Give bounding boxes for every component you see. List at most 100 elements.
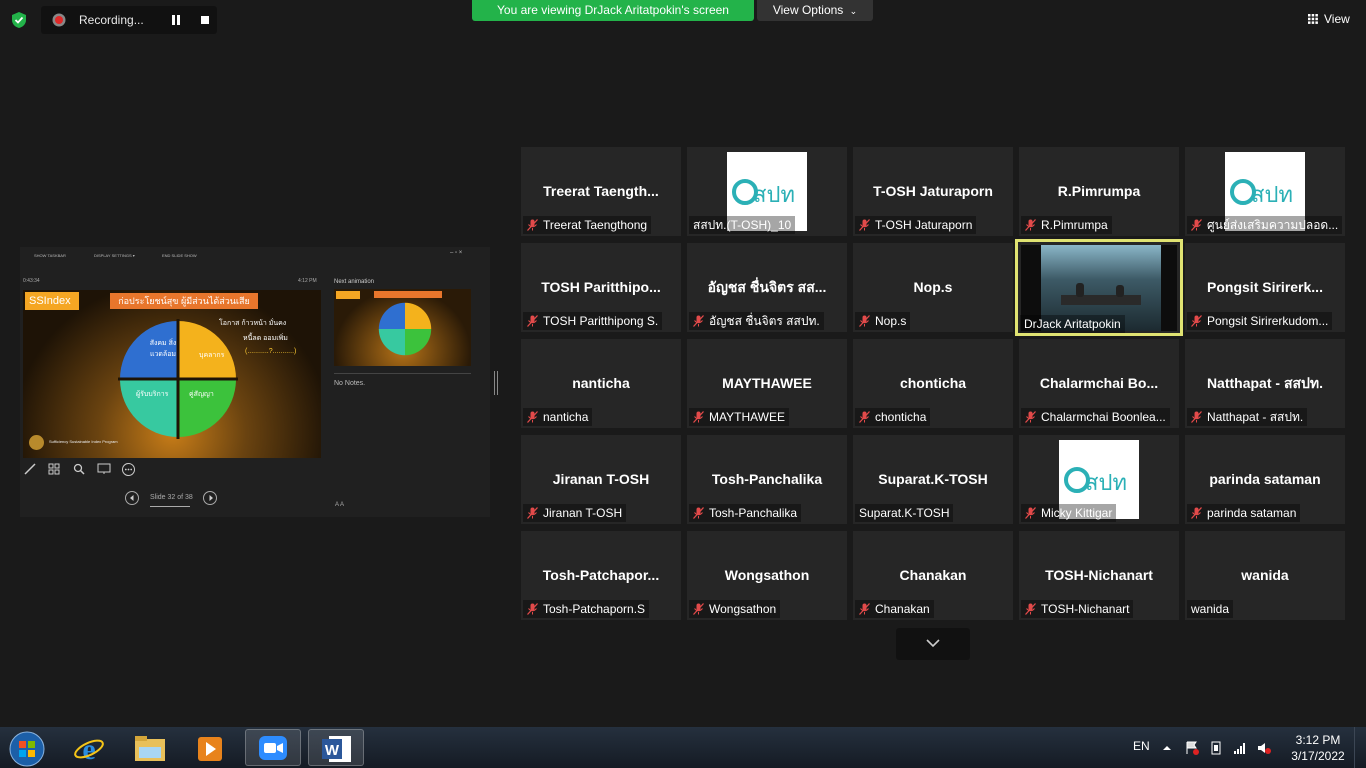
recording-dot-icon — [52, 13, 66, 27]
svg-text:สปท: สปท — [753, 182, 795, 207]
show-taskbar-button[interactable]: SHOW TASKBAR — [34, 253, 66, 258]
action-center-flag-icon[interactable] — [1185, 741, 1199, 755]
participant-name: wanida — [1191, 602, 1230, 616]
taskbar-media-player[interactable] — [183, 729, 239, 766]
participant-name-label: ศูนย์ส่งเสริมความปลอด... — [1187, 216, 1343, 234]
muted-mic-icon — [693, 506, 704, 519]
gallery-next-page-button[interactable] — [896, 628, 970, 660]
participant-tile[interactable]: T-OSH Jaturaporn T-OSH Jaturaporn — [853, 147, 1013, 236]
participant-tile[interactable]: Pongsit Sirirerk... Pongsit Sirirerkudom.… — [1185, 243, 1345, 332]
participant-name: DrJack Aritatpokin — [1024, 317, 1121, 331]
slide-side-line2: หนี้ลด ออมเพิ่ม — [243, 335, 288, 342]
previous-slide-button[interactable] — [125, 491, 139, 505]
participant-tile[interactable]: Treerat Taength... Treerat Taengthong — [521, 147, 681, 236]
system-clock[interactable]: 3:12 PM 3/17/2022 — [1283, 732, 1353, 764]
show-desktop-button[interactable] — [1354, 727, 1366, 768]
participant-name-label: Suparat.K-TOSH — [855, 504, 954, 522]
participant-name: Natthapat - สสปท. — [1207, 410, 1304, 424]
participant-name-label: อัญชส ชื่นจิตร สสปท. — [689, 312, 824, 330]
muted-mic-icon — [693, 410, 704, 423]
slide-side-line3: (...........?...........) — [245, 348, 297, 355]
participant-name: Pongsit Sirirerkudom... — [1207, 314, 1329, 328]
participant-tile[interactable]: สปท Micky Kittigar — [1019, 435, 1179, 524]
network-signal-icon[interactable] — [1233, 741, 1247, 755]
quadrant-bottom-left: ผู้รับบริการ — [136, 391, 169, 398]
slide-footer: Sufficiency Sustainable Index Program — [49, 439, 118, 444]
participant-tile[interactable]: Suparat.K-TOSH Suparat.K-TOSH — [853, 435, 1013, 524]
svg-text:สปท: สปท — [1251, 182, 1293, 207]
participant-tile[interactable]: Chanakan Chanakan — [853, 531, 1013, 620]
chevron-left-icon — [130, 495, 134, 501]
participant-tile[interactable]: Natthapat - สสปท. Natthapat - สสปท. — [1185, 339, 1345, 428]
participant-tile[interactable]: nanticha nanticha — [521, 339, 681, 428]
muted-mic-icon — [527, 314, 538, 327]
slide-counter[interactable]: Slide 32 of 38 — [150, 494, 193, 501]
recording-label: Recording... — [79, 13, 144, 27]
taskbar-file-explorer[interactable] — [122, 729, 178, 766]
participant-name: สสปท.(T-OSH)_10 — [693, 218, 792, 232]
speaker-notes: No Notes. — [334, 380, 366, 387]
taskbar-word[interactable]: W — [308, 729, 364, 766]
show-hidden-icons-icon[interactable] — [1162, 741, 1172, 755]
zoom-slide-icon[interactable] — [73, 463, 85, 475]
input-language[interactable]: EN — [1133, 739, 1150, 753]
participant-tile[interactable]: อัญชส ชื่นจิตร สส... อัญชส ชื่นจิตร สสปท. — [687, 243, 847, 332]
taskbar-zoom[interactable] — [245, 729, 301, 766]
participant-name-label: wanida — [1187, 600, 1234, 618]
participant-tile[interactable]: Tosh-Panchalika Tosh-Panchalika — [687, 435, 847, 524]
taskbar-internet-explorer[interactable]: e — [63, 729, 119, 766]
notes-font-size-controls[interactable]: A A — [335, 502, 344, 508]
end-slide-show-button[interactable]: END SLIDE SHOW — [162, 253, 197, 258]
see-all-slides-icon[interactable] — [48, 463, 60, 475]
participant-name: parinda sataman — [1207, 506, 1297, 520]
participant-name-label: Tosh-Patchaporn.S — [523, 600, 650, 618]
thumb-tag — [336, 291, 360, 299]
participant-tile[interactable]: Jiranan T-OSH Jiranan T-OSH — [521, 435, 681, 524]
muted-mic-icon — [1025, 410, 1036, 423]
participant-tile[interactable]: สปทสสปท.(T-OSH)_10 — [687, 147, 847, 236]
pen-tool-icon[interactable] — [24, 463, 36, 475]
more-options-icon[interactable] — [122, 463, 135, 476]
next-slide-button[interactable] — [203, 491, 217, 505]
stop-recording-icon[interactable] — [201, 16, 209, 24]
pane-resize-handle[interactable] — [494, 371, 498, 395]
participant-name: Tosh-Patchaporn.S — [543, 602, 646, 616]
participant-name: TOSH Paritthipong S. — [543, 314, 659, 328]
view-button[interactable]: View — [1300, 6, 1360, 32]
current-slide: SSIndex ก่อประโยชน์สุข ผู้มีส่วนได้ส่วนเ… — [23, 290, 321, 458]
device-icon[interactable] — [1209, 741, 1223, 755]
chevron-right-icon — [209, 495, 213, 501]
participant-name: Wongsathon — [709, 602, 777, 616]
svg-text:e: e — [82, 733, 95, 763]
shared-screen[interactable]: SHOW TASKBAR DISPLAY SETTINGS ▾ END SLID… — [20, 247, 498, 517]
display-settings-button[interactable]: DISPLAY SETTINGS ▾ — [94, 253, 135, 258]
volume-muted-icon[interactable] — [1257, 741, 1271, 755]
participant-tile[interactable]: TOSH Paritthipo... TOSH Paritthipong S. — [521, 243, 681, 332]
participant-name-label: Chalarmchai Boonlea... — [1021, 408, 1170, 426]
pause-recording-icon[interactable] — [171, 15, 181, 25]
participant-tile[interactable]: R.Pimrumpa R.Pimrumpa — [1019, 147, 1179, 236]
thumb-title-bar — [374, 291, 442, 298]
chevron-down-icon: ⌄ — [849, 6, 858, 16]
muted-mic-icon — [527, 218, 538, 231]
muted-mic-icon — [1025, 602, 1036, 615]
participant-name-label: Jiranan T-OSH — [523, 504, 627, 522]
security-shield-icon[interactable] — [10, 11, 28, 29]
participant-tile[interactable]: Chalarmchai Bo... Chalarmchai Boonlea... — [1019, 339, 1179, 428]
participant-tile[interactable]: Tosh-Patchapor... Tosh-Patchaporn.S — [521, 531, 681, 620]
svg-text:W: W — [325, 742, 340, 759]
participant-tile[interactable]: chonticha chonticha — [853, 339, 1013, 428]
start-button[interactable] — [0, 729, 56, 767]
participant-name-label: TOSH Paritthipong S. — [523, 312, 663, 330]
black-screen-icon[interactable] — [97, 463, 111, 475]
participant-tile[interactable]: wanida wanida — [1185, 531, 1345, 620]
participant-tile[interactable]: Nop.s Nop.s — [853, 243, 1013, 332]
participant-tile[interactable]: parinda sataman parinda sataman — [1185, 435, 1345, 524]
participant-tile[interactable]: สปทศูนย์ส่งเสริมความปลอด... — [1185, 147, 1345, 236]
participant-tile[interactable]: MAYTHAWEE MAYTHAWEE — [687, 339, 847, 428]
participant-name: TOSH-Nichanart — [1041, 602, 1130, 616]
participant-tile[interactable]: DrJack Aritatpokin — [1015, 239, 1183, 336]
view-options-button[interactable]: View Options ⌄ — [757, 0, 873, 21]
participant-tile[interactable]: TOSH-Nichanart TOSH-Nichanart — [1019, 531, 1179, 620]
participant-tile[interactable]: Wongsathon Wongsathon — [687, 531, 847, 620]
